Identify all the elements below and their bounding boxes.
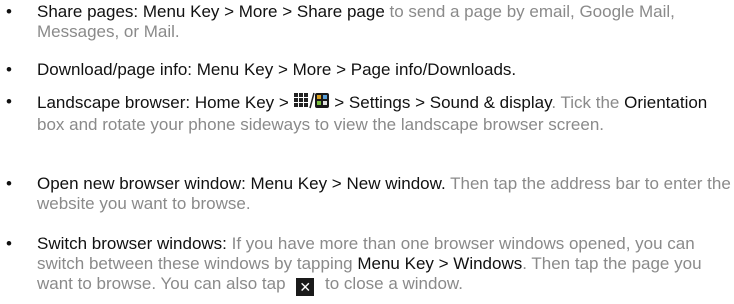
- list-item-new-window: • Open new browser window: Menu Key > Ne…: [0, 174, 734, 214]
- switch-windows-lead: Switch browser windows:: [37, 234, 227, 253]
- close-window-icon: ✕: [296, 278, 315, 296]
- bullet: •: [6, 60, 12, 79]
- bullet: •: [6, 92, 12, 111]
- landscape-lead-b: > Settings > Sound & display: [329, 93, 552, 112]
- landscape-rest-a: . Tick the: [551, 93, 625, 112]
- switch-windows-rest-c: to close a window.: [320, 274, 463, 293]
- menu-windows-label: Menu Key > Windows: [357, 254, 523, 273]
- share-pages-lead: Share pages: Menu Key > More > Share pag…: [37, 2, 385, 21]
- orientation-label: Orientation: [624, 93, 708, 112]
- new-window-lead: Open new browser window: Menu Key > New …: [37, 174, 446, 193]
- bullet: •: [6, 174, 12, 193]
- list-item-landscape-browser: • Landscape browser: Home Key > > Settin…: [0, 92, 734, 135]
- list-item-switch-windows: • Switch browser windows: If you have mo…: [0, 234, 734, 296]
- apps-grid-icon: [293, 92, 330, 115]
- bullet: •: [6, 2, 12, 21]
- landscape-rest-b: box and rotate your phone sideways to vi…: [37, 115, 604, 134]
- download-info-lead: Download/page info: Menu Key > More > Pa…: [37, 60, 517, 79]
- list-item-download-info: • Download/page info: Menu Key > More > …: [0, 60, 516, 80]
- list-item-share-pages: • Share pages: Menu Key > More > Share p…: [0, 2, 734, 42]
- bullet: •: [6, 234, 12, 253]
- landscape-lead-a: Landscape browser: Home Key >: [37, 93, 294, 112]
